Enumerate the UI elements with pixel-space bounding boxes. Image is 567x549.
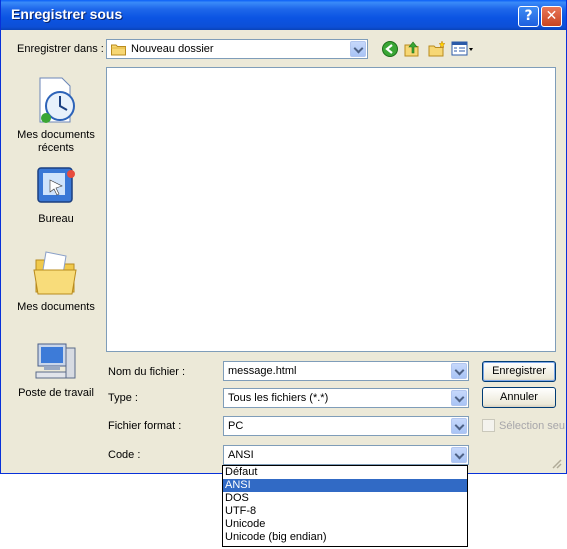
code-option-dos[interactable]: DOS <box>223 492 467 505</box>
code-option-unicode-big-endian[interactable]: Unicode (big endian) <box>223 531 467 544</box>
close-button[interactable]: ✕ <box>541 6 562 27</box>
format-value: PC <box>228 420 244 432</box>
format-label: Fichier format : <box>108 420 182 432</box>
place-my-computer[interactable]: Poste de travail <box>11 338 101 400</box>
views-menu-icon[interactable] <box>451 40 475 58</box>
chevron-down-icon[interactable] <box>451 363 467 379</box>
place-recent-documents[interactable]: Mes documents récents <box>11 74 101 155</box>
chevron-down-icon[interactable] <box>451 390 467 406</box>
place-label: Poste de travail <box>18 387 94 399</box>
new-folder-icon[interactable] <box>428 40 446 58</box>
folder-icon <box>111 44 126 56</box>
desktop-icon <box>37 167 75 203</box>
code-option-unicode[interactable]: Unicode <box>223 518 467 531</box>
help-icon: ? <box>524 8 533 24</box>
recent-documents-icon <box>39 77 75 123</box>
back-icon[interactable] <box>381 40 399 58</box>
help-button[interactable]: ? <box>518 6 539 27</box>
type-label: Type : <box>108 392 138 404</box>
filename-value: message.html <box>228 365 297 377</box>
selection-only-checkbox[interactable] <box>482 419 495 432</box>
code-dropdown-list: Défaut ANSI DOS UTF-8 Unicode Unicode (b… <box>222 465 468 547</box>
up-folder-icon[interactable] <box>404 40 422 58</box>
places-bar: Mes documents récents Bureau Mes documen… <box>11 66 101 471</box>
type-value: Tous les fichiers (*.*) <box>228 392 329 404</box>
save-in-combo[interactable]: Nouveau dossier <box>106 39 368 59</box>
chevron-down-icon[interactable] <box>451 447 467 463</box>
code-select[interactable]: ANSI <box>223 445 469 465</box>
save-as-dialog: Enregistrer sous ? ✕ Enregistrer dans : … <box>0 0 567 474</box>
chevron-down-icon[interactable] <box>451 418 467 434</box>
format-select[interactable]: PC <box>223 416 469 436</box>
place-desktop[interactable]: Bureau <box>11 164 101 226</box>
code-option-ansi[interactable]: ANSI <box>223 479 467 492</box>
my-computer-icon <box>35 343 76 379</box>
cancel-button[interactable]: Annuler <box>482 387 556 408</box>
place-label: Mes documents récents <box>17 129 95 154</box>
save-in-value: Nouveau dossier <box>131 43 214 55</box>
code-option-default[interactable]: Défaut <box>223 466 467 479</box>
my-documents-icon <box>33 251 77 295</box>
save-button[interactable]: Enregistrer <box>482 361 556 382</box>
save-in-label: Enregistrer dans : <box>17 43 104 55</box>
close-icon: ✕ <box>545 8 558 24</box>
place-my-documents[interactable]: Mes documents <box>11 246 101 314</box>
place-label: Mes documents <box>17 301 95 313</box>
resize-grip-icon[interactable] <box>550 457 562 469</box>
filename-input[interactable]: message.html <box>223 361 469 381</box>
code-option-utf8[interactable]: UTF-8 <box>223 505 467 518</box>
type-select[interactable]: Tous les fichiers (*.*) <box>223 388 469 408</box>
code-value: ANSI <box>228 449 254 461</box>
window-title: Enregistrer sous <box>11 6 123 22</box>
title-bar[interactable]: Enregistrer sous ? ✕ <box>1 0 566 30</box>
selection-only-label: Sélection seu <box>499 420 566 432</box>
place-label: Bureau <box>38 213 74 225</box>
filename-label: Nom du fichier : <box>108 366 186 378</box>
file-list[interactable] <box>106 67 556 352</box>
chevron-down-icon[interactable] <box>350 41 366 57</box>
code-label: Code : <box>108 449 141 461</box>
